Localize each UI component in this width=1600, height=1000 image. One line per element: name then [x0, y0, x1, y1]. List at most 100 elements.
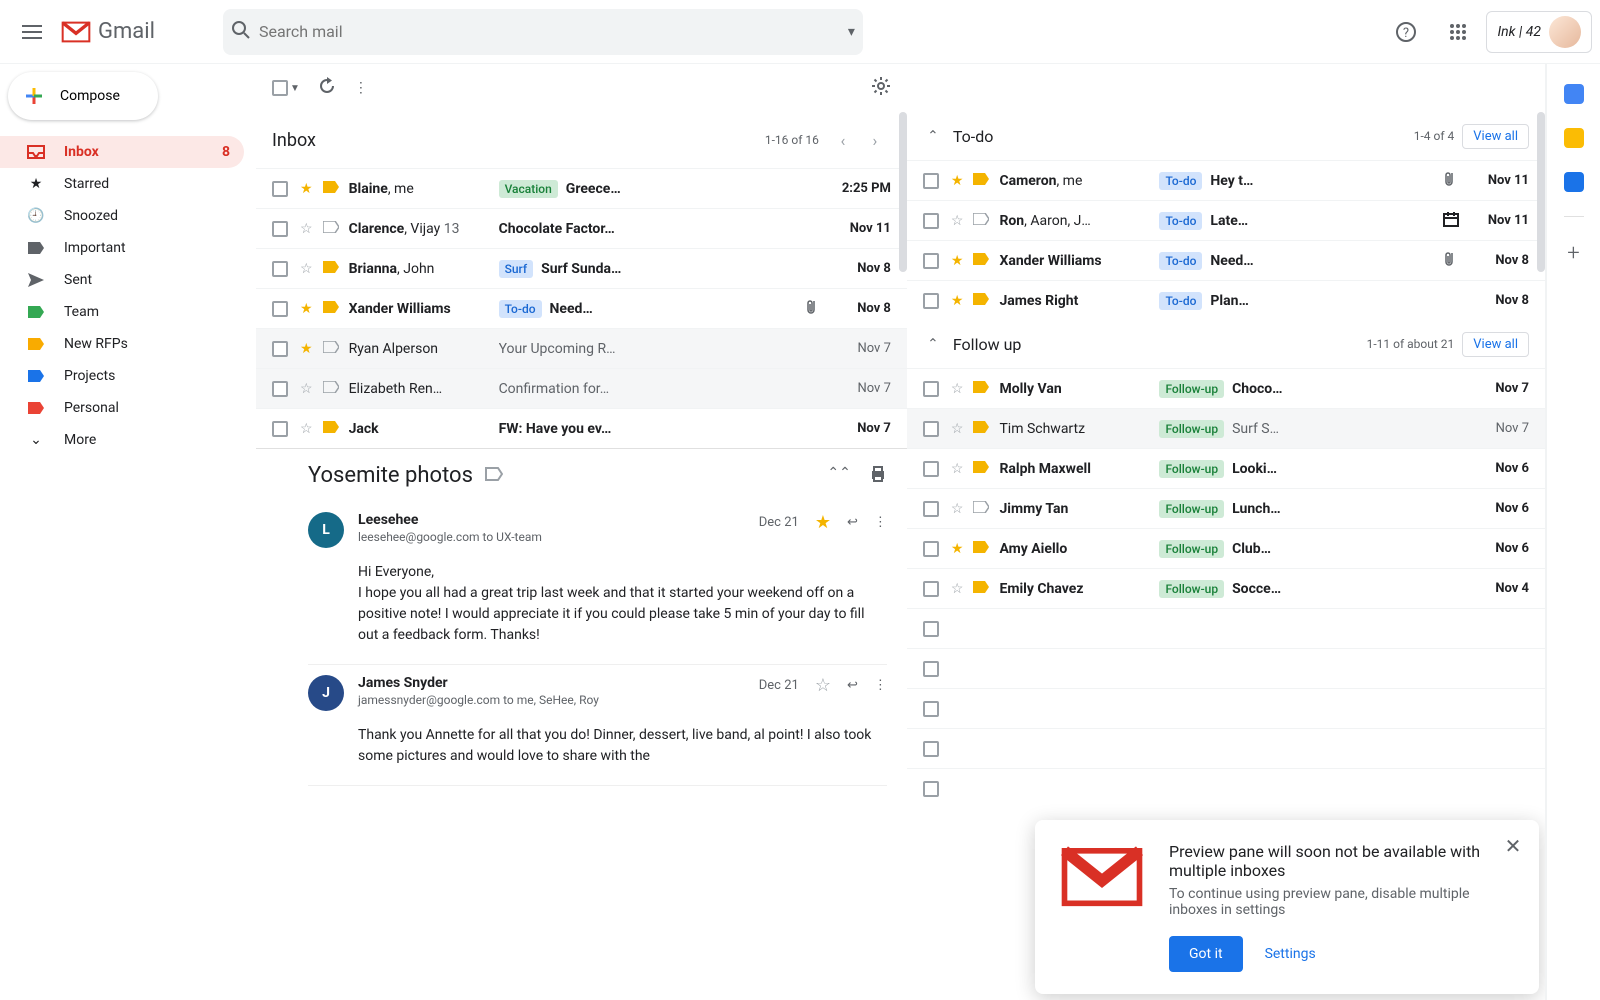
tag[interactable]: Follow-up [1159, 420, 1224, 438]
gmail-logo[interactable]: Gmail [60, 19, 155, 44]
mail-row[interactable] [907, 768, 1545, 808]
mail-row[interactable]: ☆Emily ChavezFollow-upSocce…Nov 4 [907, 568, 1545, 608]
bookmark-icon[interactable] [323, 261, 339, 277]
mail-row[interactable]: ★Amy AielloFollow-upClub…Nov 6 [907, 528, 1545, 568]
star-icon[interactable]: ★ [300, 181, 313, 197]
star-icon[interactable]: ★ [951, 173, 964, 189]
mail-row[interactable]: ★Xander WilliamsTo-doNeed…Nov 8 [907, 240, 1545, 280]
bookmark-icon[interactable] [973, 213, 989, 229]
row-checkbox[interactable] [923, 421, 939, 437]
star-icon[interactable]: ☆ [951, 501, 964, 517]
star-icon[interactable]: ☆ [951, 381, 964, 397]
more-button[interactable]: ⋮ [354, 80, 368, 96]
scrollbar[interactable] [899, 112, 907, 272]
keep-addon-icon[interactable] [1564, 128, 1584, 148]
sidebar-item-new-rfps[interactable]: New RFPs [0, 328, 244, 360]
row-checkbox[interactable] [923, 213, 939, 229]
select-all[interactable]: ▼ [272, 80, 300, 96]
row-checkbox[interactable] [923, 661, 939, 677]
add-addon-button[interactable]: + [1567, 241, 1579, 266]
more-icon[interactable]: ⋮ [874, 678, 887, 693]
toast-close[interactable]: ✕ [1497, 830, 1529, 862]
mail-row[interactable]: ★Xander WilliamsTo-doNeed…Nov 8 [256, 288, 907, 328]
star-icon[interactable]: ☆ [951, 213, 964, 229]
sidebar-item-personal[interactable]: Personal [0, 392, 244, 424]
calendar-addon-icon[interactable] [1564, 84, 1584, 104]
message[interactable]: LLeeseheeleesehee@google.com to UX-teamD… [308, 502, 887, 665]
tag[interactable]: Follow-up [1159, 500, 1224, 518]
star-icon[interactable]: ☆ [951, 421, 964, 437]
star-icon[interactable]: ☆ [300, 261, 313, 277]
row-checkbox[interactable] [272, 421, 288, 437]
mail-row[interactable]: ★Cameron, meTo-doHey t…Nov 11 [907, 160, 1545, 200]
star-icon[interactable]: ☆ [300, 381, 313, 397]
apps-button[interactable] [1434, 8, 1482, 56]
sidebar-item-starred[interactable]: ★Starred [0, 168, 244, 200]
mail-row[interactable] [907, 648, 1545, 688]
tag[interactable]: Follow-up [1159, 540, 1224, 558]
star-icon[interactable]: ★ [815, 512, 831, 533]
search-input[interactable] [251, 22, 848, 41]
menu-button[interactable] [8, 8, 56, 56]
sidebar-item-snoozed[interactable]: 🕘Snoozed [0, 200, 244, 232]
mail-row[interactable]: ☆Ralph MaxwellFollow-upLooki…Nov 6 [907, 448, 1545, 488]
account-badge[interactable]: Ink | 42 [1486, 11, 1592, 53]
row-checkbox[interactable] [923, 701, 939, 717]
collapse-followup[interactable]: ⌃ [919, 330, 947, 358]
star-icon[interactable]: ★ [951, 253, 964, 269]
mail-row[interactable]: ★James RightTo-doPlan…Nov 8 [907, 280, 1545, 320]
bookmark-icon[interactable] [323, 221, 339, 237]
row-checkbox[interactable] [923, 741, 939, 757]
row-checkbox[interactable] [923, 381, 939, 397]
compose-button[interactable]: Compose [8, 72, 158, 120]
settings-button[interactable] [871, 76, 891, 100]
row-checkbox[interactable] [923, 581, 939, 597]
print-icon[interactable] [869, 465, 887, 487]
mail-row[interactable]: ☆Jimmy TanFollow-upLunch…Nov 6 [907, 488, 1545, 528]
help-button[interactable]: ? [1382, 8, 1430, 56]
row-checkbox[interactable] [923, 501, 939, 517]
star-icon[interactable]: ★ [300, 341, 313, 357]
bookmark-icon[interactable] [973, 173, 989, 189]
row-checkbox[interactable] [272, 301, 288, 317]
bookmark-icon[interactable] [323, 421, 339, 437]
avatar[interactable] [1549, 16, 1581, 48]
collapse-todo[interactable]: ⌃ [919, 122, 947, 150]
star-icon[interactable]: ☆ [951, 581, 964, 597]
star-icon[interactable]: ☆ [300, 421, 313, 437]
row-checkbox[interactable] [272, 181, 288, 197]
row-checkbox[interactable] [272, 381, 288, 397]
bookmark-icon[interactable] [973, 253, 989, 269]
tasks-addon-icon[interactable] [1564, 172, 1584, 192]
star-icon[interactable]: ★ [951, 541, 964, 557]
tag[interactable]: Follow-up [1159, 460, 1224, 478]
mail-row[interactable]: ☆Tim SchwartzFollow-upSurf S…Nov 7 [907, 408, 1545, 448]
star-icon[interactable]: ☆ [815, 675, 831, 696]
mail-row[interactable]: ☆JackFW: Have you ev…Nov 7 [256, 408, 907, 448]
tag[interactable]: To-do [1159, 292, 1202, 310]
mail-row[interactable]: ★Ryan AlpersonYour Upcoming R…Nov 7 [256, 328, 907, 368]
followup-view-all[interactable]: View all [1462, 332, 1529, 357]
bookmark-icon[interactable] [973, 461, 989, 477]
mail-row[interactable]: ★Blaine, meVacationGreece…2:25 PM [256, 168, 907, 208]
sidebar-item-important[interactable]: Important [0, 232, 244, 264]
message[interactable]: JJames Snyderjamessnyder@google.com to m… [308, 665, 887, 786]
tag[interactable]: Follow-up [1159, 580, 1224, 598]
mail-row[interactable]: ☆Ron, Aaron, J…To-doLate…Nov 11 [907, 200, 1545, 240]
star-icon[interactable]: ★ [951, 293, 964, 309]
row-checkbox[interactable] [923, 781, 939, 797]
bookmark-icon[interactable] [973, 581, 989, 597]
row-checkbox[interactable] [923, 621, 939, 637]
star-icon[interactable]: ☆ [951, 461, 964, 477]
bookmark-icon[interactable] [323, 301, 339, 317]
bookmark-icon[interactable] [973, 293, 989, 309]
star-icon[interactable]: ☆ [300, 221, 313, 237]
search-icon[interactable] [231, 20, 251, 44]
refresh-button[interactable] [318, 77, 336, 99]
mail-row[interactable] [907, 608, 1545, 648]
tag[interactable]: To-do [499, 300, 542, 318]
bookmark-icon[interactable] [973, 541, 989, 557]
tag[interactable]: To-do [1159, 252, 1202, 270]
mail-row[interactable] [907, 688, 1545, 728]
tag[interactable]: To-do [1159, 172, 1202, 190]
